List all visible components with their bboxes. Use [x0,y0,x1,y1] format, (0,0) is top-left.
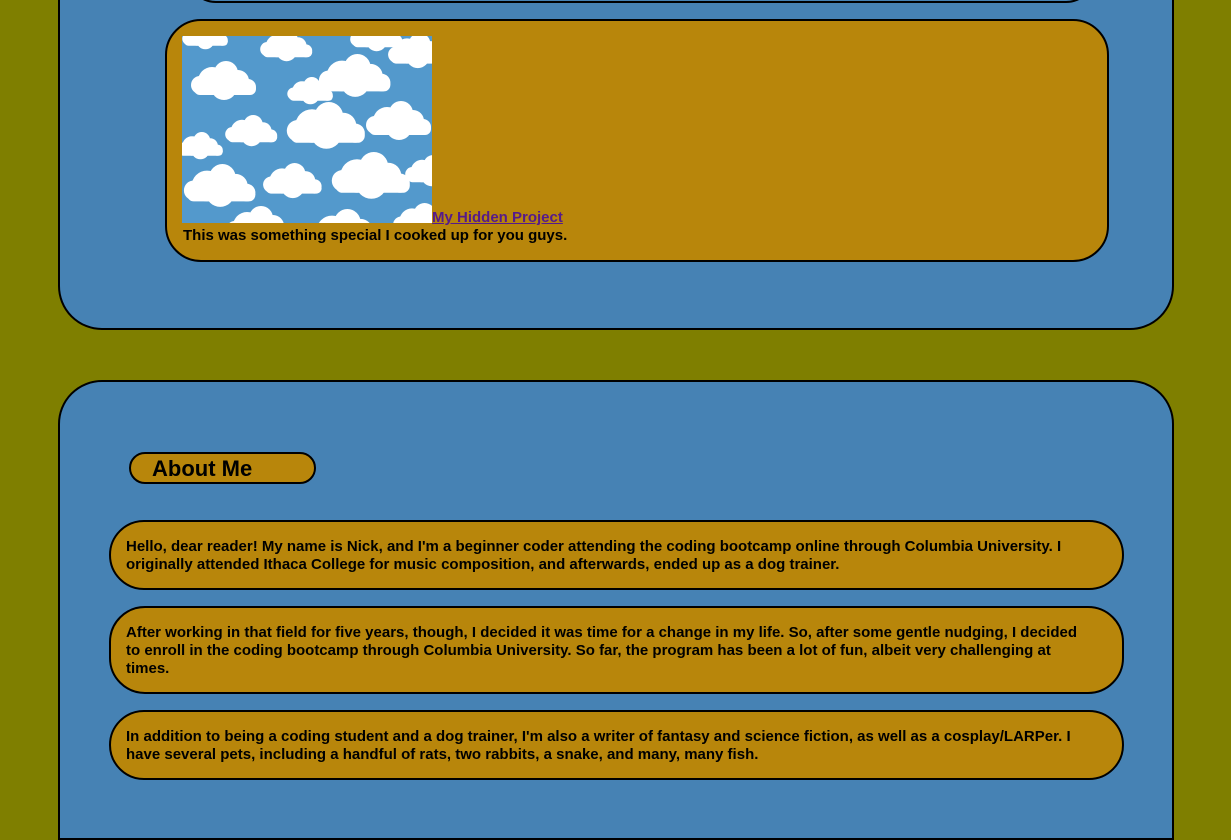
project-description: This was something special I cooked up f… [183,227,567,244]
project-link[interactable]: My Hidden Project [432,209,563,226]
about-paragraph: Hello, dear reader! My name is Nick, and… [126,538,1092,574]
about-heading: About Me [152,456,252,482]
about-paragraph: In addition to being a coding student an… [126,728,1092,764]
about-heading-pill: About Me [129,452,316,484]
about-paragraph-card: In addition to being a coding student an… [109,710,1124,780]
about-paragraph-card: After working in that field for five yea… [109,606,1124,694]
project-thumbnail-clouds[interactable] [182,36,432,223]
project-card: My Hidden Project This was something spe… [165,19,1109,262]
about-paragraph: After working in that field for five yea… [126,624,1092,678]
about-paragraph-card: Hello, dear reader! My name is Nick, and… [109,520,1124,590]
previous-project-card [186,0,1096,3]
